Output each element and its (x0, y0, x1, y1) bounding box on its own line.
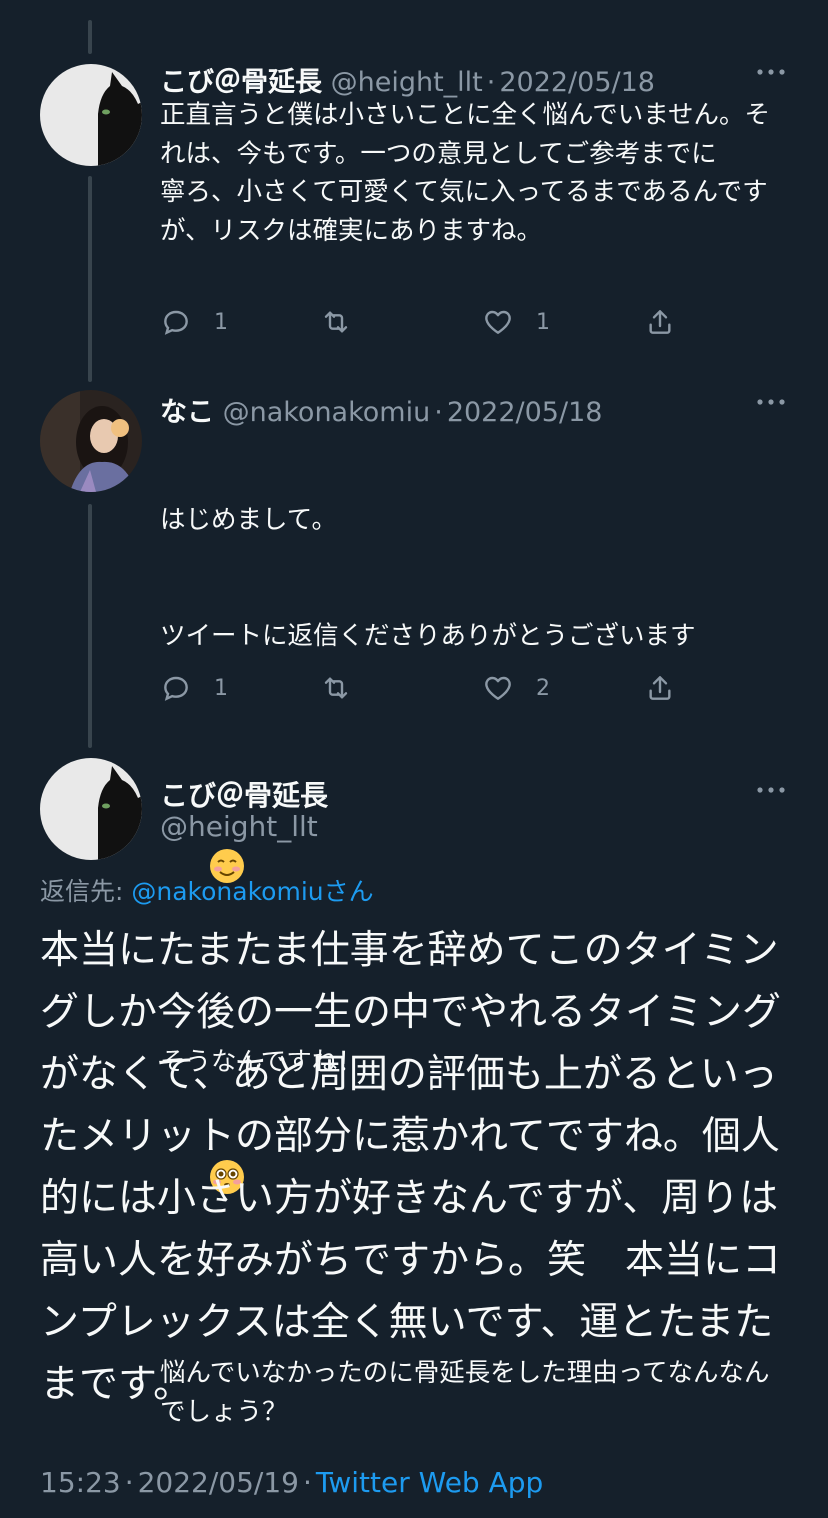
share-icon (649, 310, 671, 334)
tweet-source-link[interactable]: Twitter Web App (316, 1466, 543, 1499)
tweet-kobi[interactable]: こび＠骨延長 @height_llt · 2022/05/18 正直言うと僕は小さい… (0, 60, 828, 350)
reply-icon (164, 310, 188, 335)
text-line: はじめまして。 (160, 505, 337, 535)
reply-to-label: 返信先: (40, 877, 132, 906)
avatar-nako[interactable] (40, 390, 142, 492)
tweet-date[interactable]: 2022/05/18 (499, 67, 655, 98)
tweet-text: 正直言うと僕は小さいことに全く悩んでいません。それは、今もです。一つの意見として… (160, 100, 770, 246)
reply-button[interactable]: 1 (160, 302, 228, 342)
main-tweet: こび＠骨延長 @height_llt 返信先: @nakonakomiuさん 本… (0, 758, 828, 1518)
share-button[interactable] (644, 668, 676, 708)
avatar-black-cat[interactable] (40, 758, 142, 860)
avatar-black-cat[interactable] (40, 64, 142, 166)
display-name[interactable]: こび＠骨延長 (160, 67, 322, 98)
retweet-button[interactable] (320, 668, 374, 708)
more-icon[interactable] (756, 62, 786, 82)
reply-to-line: 返信先: @nakonakomiuさん (40, 872, 374, 908)
display-name[interactable]: こび＠骨延長 (160, 774, 328, 814)
main-tweet-text: 本当にたまたま仕事を辞めてこのタイミングしか今後の一生の中でやれるタイミングがな… (40, 928, 782, 1407)
more-icon[interactable] (756, 392, 786, 412)
retweet-button[interactable] (320, 302, 374, 342)
text-line: ツイートに返信くださりありがとうございます (160, 620, 696, 651)
reply-count: 1 (214, 309, 228, 335)
tweet-nako[interactable]: なこ @nakonakomiu · 2022/05/18 はじめまして。 ツイートに… (0, 390, 828, 1427)
thread-line-top (88, 20, 92, 54)
reply-to-suffix: さん (323, 877, 374, 906)
reply-count: 1 (214, 675, 228, 701)
like-button[interactable]: 2 (482, 668, 550, 708)
like-count: 1 (536, 309, 550, 335)
tweet-actions: 1 1 (160, 302, 720, 342)
separator-dot: · (303, 1466, 312, 1499)
separator-dot: · (486, 67, 496, 98)
share-icon (649, 676, 671, 700)
tweet-date[interactable]: 2022/05/19 (138, 1466, 299, 1499)
heart-icon (485, 676, 511, 700)
reply-button[interactable]: 1 (160, 668, 228, 708)
tweet-time[interactable]: 15:23 (40, 1466, 121, 1499)
heart-icon (485, 310, 511, 334)
user-handle[interactable]: @height_llt (160, 810, 318, 843)
like-count: 2 (536, 675, 550, 701)
user-handle[interactable]: @height_llt (331, 67, 483, 98)
separator-dot: · (124, 1466, 134, 1499)
tweet-header: こび＠骨延長 @height_llt · 2022/05/18 (160, 60, 655, 99)
reply-to-handle-link[interactable]: @nakonakomiu (131, 877, 323, 906)
like-button[interactable]: 1 (482, 302, 550, 342)
retweet-icon (324, 311, 348, 333)
share-button[interactable] (644, 302, 676, 342)
reply-icon (164, 676, 188, 701)
retweet-icon (324, 677, 348, 699)
tweet-actions: 1 2 (160, 668, 720, 708)
more-icon[interactable] (756, 780, 786, 800)
tweet-meta: 15:23 · 2022/05/19 · Twitter Web App (40, 1466, 543, 1499)
